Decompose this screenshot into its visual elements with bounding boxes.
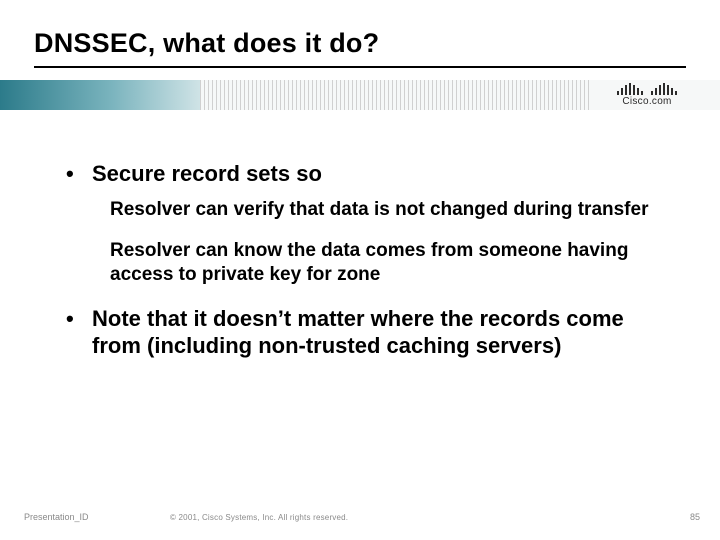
bullet-1-sub-2: Resolver can know the data comes from so… [110,239,660,287]
band-ticks [200,80,590,110]
bullet-2: Note that it doesn’t matter where the re… [66,305,660,360]
bullet-1-text: Secure record sets so [92,161,322,186]
header-band: Cisco.com [0,80,720,110]
title-underline [34,66,686,68]
page-number: 85 [670,512,700,522]
slide: DNSSEC, what does it do? Cisco.com Secur… [0,0,720,540]
band-gradient [0,80,200,110]
footer: Presentation_ID © 2001, Cisco Systems, I… [24,512,700,522]
bullet-1: Secure record sets so [66,160,660,188]
cisco-logo: Cisco.com [592,80,702,110]
logo-text: Cisco.com [622,96,671,107]
copyright-text: © 2001, Cisco Systems, Inc. All rights r… [164,513,670,522]
bullet-1-sub-1: Resolver can verify that data is not cha… [110,198,660,222]
cisco-bridge-icon [617,83,677,95]
bullet-2-text: Note that it doesn’t matter where the re… [92,306,624,359]
slide-title: DNSSEC, what does it do? [34,28,379,59]
presentation-id: Presentation_ID [24,512,164,522]
content-area: Secure record sets so Resolver can verif… [66,160,660,370]
